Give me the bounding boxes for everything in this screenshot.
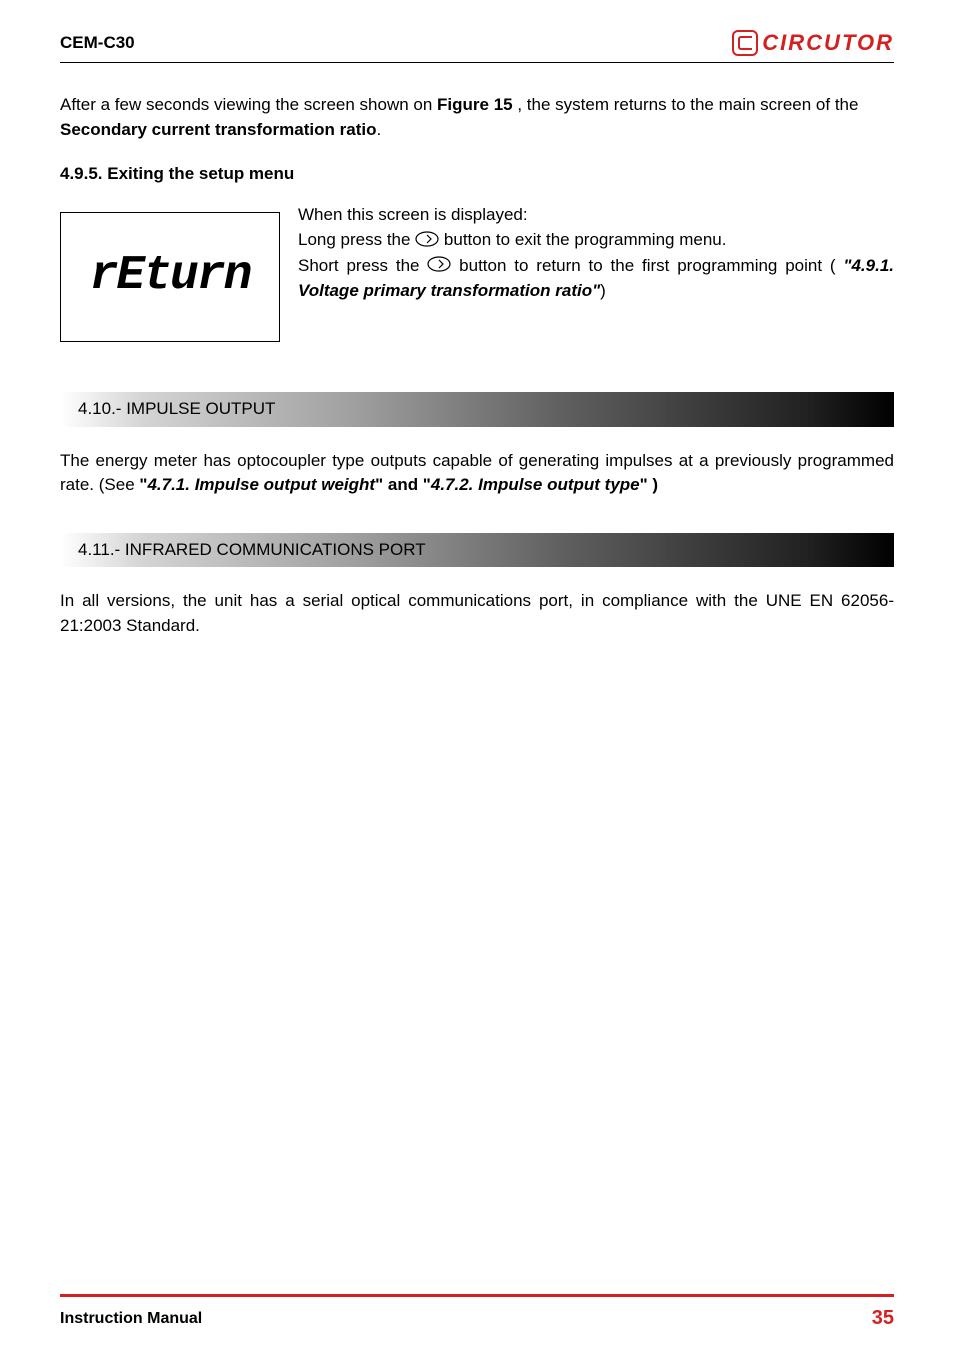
page-content: After a few seconds viewing the screen s…: [60, 93, 894, 1294]
ratio-term: Secondary current transformation ratio: [60, 120, 376, 139]
section-411-body: In all versions, the unit has a serial o…: [60, 589, 894, 638]
ref-472: 4.7.2. Impulse output type: [431, 475, 640, 494]
page-header: CEM-C30 CIRCUTOR: [60, 30, 894, 63]
figure-ref: Figure 15: [437, 95, 517, 114]
brand-name: CIRCUTOR: [762, 30, 894, 56]
lcd-display-box: rEturn: [60, 212, 280, 342]
intro-text: After a few seconds viewing the screen s…: [60, 95, 437, 114]
intro-end: .: [376, 120, 381, 139]
page-number: 35: [872, 1307, 894, 1330]
section-495-title: 4.9.5. Exiting the setup menu: [60, 162, 894, 187]
lcd-return-text: rEturn: [90, 242, 251, 312]
exit-line-1: When this screen is displayed:: [298, 202, 894, 228]
footer-title: Instruction Manual: [60, 1310, 202, 1328]
section-410-header: 4.10.- IMPULSE OUTPUT: [60, 392, 894, 427]
brand-logo: CIRCUTOR: [732, 30, 894, 56]
section-411-header: 4.11.- INFRARED COMMUNICATIONS PORT: [60, 533, 894, 568]
eye-icon: [415, 231, 439, 247]
model-number: CEM-C30: [60, 33, 135, 53]
eye-icon: [427, 256, 451, 272]
intro-text-2: , the system returns to the main screen …: [517, 95, 858, 114]
ref-471: 4.7.1. Impulse output weight: [147, 475, 375, 494]
exit-line-2: Long press the button to exit the progra…: [298, 227, 894, 253]
exit-menu-row: rEturn When this screen is displayed: Lo…: [60, 202, 894, 342]
page-footer: Instruction Manual 35: [60, 1294, 894, 1330]
exit-line-3: Short press the button to return to the …: [298, 253, 894, 304]
intro-paragraph: After a few seconds viewing the screen s…: [60, 93, 894, 142]
section-410-body: The energy meter has optocoupler type ou…: [60, 449, 894, 498]
exit-description: When this screen is displayed: Long pres…: [298, 202, 894, 304]
logo-icon: [732, 30, 758, 56]
